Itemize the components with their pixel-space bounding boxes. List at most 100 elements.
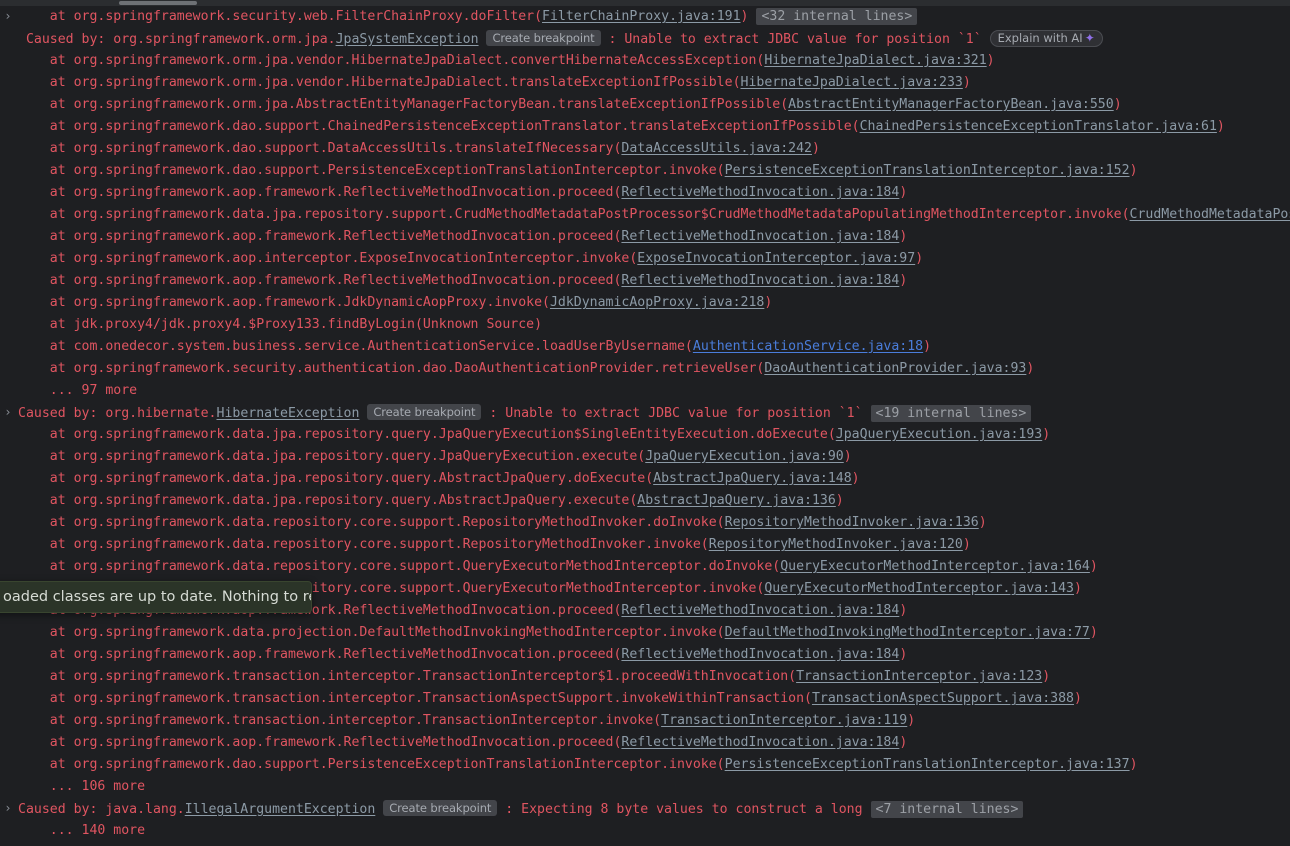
console-line[interactable]: at org.springframework.transaction.inter… bbox=[0, 710, 1290, 732]
console-line[interactable]: at org.springframework.data.jpa.reposito… bbox=[0, 204, 1290, 226]
source-file-link[interactable]: ChainedPersistenceExceptionTranslator.ja… bbox=[860, 119, 1217, 134]
source-file-link[interactable]: ReflectiveMethodInvocation.java:184 bbox=[621, 273, 899, 288]
console-line[interactable]: at org.springframework.dao.support.DataA… bbox=[0, 138, 1290, 160]
console-line[interactable]: at org.springframework.aop.framework.Ref… bbox=[0, 226, 1290, 248]
project-source-file-link[interactable]: AuthenticationService.java:18 bbox=[693, 339, 923, 354]
source-file-link[interactable]: AbstractJpaQuery.java:136 bbox=[637, 493, 836, 508]
stacktrace-text: at org.springframework.orm.jpa.vendor.Hi… bbox=[49, 75, 741, 90]
source-file-link[interactable]: DaoAuthenticationProvider.java:93 bbox=[764, 361, 1026, 376]
console-line[interactable]: at jdk.proxy4/jdk.proxy4.$Proxy133.findB… bbox=[0, 314, 1290, 336]
exception-class-link[interactable]: IllegalArgumentException bbox=[185, 802, 376, 817]
stacktrace-text: ) bbox=[1113, 97, 1122, 112]
expand-chevron-icon[interactable]: › bbox=[2, 6, 14, 28]
source-file-link[interactable]: ReflectiveMethodInvocation.java:184 bbox=[621, 229, 899, 244]
explain-with-ai-button[interactable]: Explain with AI ✦ bbox=[989, 30, 1103, 47]
horizontal-scrollbar-thumb[interactable] bbox=[119, 1, 197, 5]
console-line[interactable]: at org.springframework.dao.support.Persi… bbox=[0, 160, 1290, 182]
expand-chevron-icon[interactable]: › bbox=[2, 402, 14, 424]
source-file-link[interactable]: QueryExecutorMethodInterceptor.java:164 bbox=[780, 559, 1090, 574]
stacktrace-text: ) bbox=[899, 229, 908, 244]
console-line[interactable]: at org.springframework.data.jpa.reposito… bbox=[0, 424, 1290, 446]
console-line[interactable]: at org.springframework.orm.jpa.vendor.Hi… bbox=[0, 50, 1290, 72]
console-line[interactable]: at org.springframework.data.repository.c… bbox=[0, 534, 1290, 556]
create-breakpoint-button[interactable]: Create breakpoint bbox=[367, 404, 482, 420]
console-line[interactable]: at org.springframework.security.authenti… bbox=[0, 358, 1290, 380]
source-file-link[interactable]: TransactionInterceptor.java:123 bbox=[796, 669, 1042, 684]
source-file-link[interactable]: AbstractEntityManagerFactoryBean.java:55… bbox=[788, 97, 1114, 112]
console-line[interactable]: at org.springframework.aop.framework.Ref… bbox=[0, 182, 1290, 204]
source-file-link[interactable]: TransactionInterceptor.java:119 bbox=[661, 713, 907, 728]
create-breakpoint-button[interactable]: Create breakpoint bbox=[383, 800, 498, 816]
console-line[interactable]: at org.springframework.aop.framework.Ref… bbox=[0, 644, 1290, 666]
stacktrace-text: ) bbox=[1073, 581, 1082, 596]
source-file-link[interactable]: ReflectiveMethodInvocation.java:184 bbox=[621, 647, 899, 662]
stacktrace-text: at org.springframework.orm.jpa.vendor.Hi… bbox=[49, 53, 765, 68]
console-line[interactable]: at org.springframework.dao.support.Persi… bbox=[0, 754, 1290, 776]
source-file-link[interactable]: JpaQueryExecution.java:193 bbox=[836, 427, 1042, 442]
source-file-link[interactable]: PersistenceExceptionTranslationIntercept… bbox=[725, 757, 1130, 772]
console-line[interactable]: at org.springframework.data.jpa.reposito… bbox=[0, 490, 1290, 512]
source-file-link[interactable]: ReflectiveMethodInvocation.java:184 bbox=[621, 735, 899, 750]
source-file-link[interactable]: ExposeInvocationInterceptor.java:97 bbox=[637, 251, 915, 266]
expand-chevron-icon[interactable]: › bbox=[2, 798, 14, 820]
source-file-link[interactable]: PersistenceExceptionTranslationIntercept… bbox=[725, 163, 1130, 178]
exception-class-link[interactable]: HibernateException bbox=[217, 406, 360, 421]
console-line[interactable]: at org.springframework.orm.jpa.vendor.Hi… bbox=[0, 72, 1290, 94]
source-file-link[interactable]: QueryExecutorMethodInterceptor.java:143 bbox=[764, 581, 1074, 596]
console-line[interactable]: at org.springframework.transaction.inter… bbox=[0, 688, 1290, 710]
stacktrace-console-output[interactable]: › at org.springframework.security.web.Fi… bbox=[0, 6, 1290, 846]
console-line[interactable]: at org.springframework.orm.jpa.AbstractE… bbox=[0, 94, 1290, 116]
console-line[interactable]: at org.springframework.aop.framework.Jdk… bbox=[0, 292, 1290, 314]
stacktrace-text: ) bbox=[1216, 119, 1225, 134]
console-line[interactable]: at org.springframework.data.repository.c… bbox=[0, 512, 1290, 534]
exception-class-link[interactable]: JpaSystemException bbox=[336, 32, 479, 47]
source-file-link[interactable]: AbstractJpaQuery.java:148 bbox=[653, 471, 852, 486]
source-file-link[interactable]: HibernateJpaDialect.java:321 bbox=[764, 53, 986, 68]
stacktrace-text: ) bbox=[899, 647, 908, 662]
console-line[interactable]: › Caused by: java.lang.IllegalArgumentExc… bbox=[0, 798, 1290, 820]
stacktrace-text: ) bbox=[899, 603, 908, 618]
source-file-link[interactable]: CrudMethodMetadataPostProcessor.java:145 bbox=[1130, 207, 1290, 222]
source-file-link[interactable]: RepositoryMethodInvoker.java:136 bbox=[725, 515, 979, 530]
console-line[interactable]: at org.springframework.aop.interceptor.E… bbox=[0, 248, 1290, 270]
console-line[interactable]: at com.onedecor.system.business.service.… bbox=[0, 336, 1290, 358]
console-line[interactable]: at org.springframework.data.jpa.reposito… bbox=[0, 468, 1290, 490]
source-file-link[interactable]: DefaultMethodInvokingMethodInterceptor.j… bbox=[725, 625, 1090, 640]
create-breakpoint-button[interactable]: Create breakpoint bbox=[486, 30, 601, 46]
stacktrace-text: ) bbox=[899, 735, 908, 750]
console-line[interactable]: › at org.springframework.security.web.Fi… bbox=[0, 6, 1290, 28]
internal-lines-badge[interactable]: <19 internal lines> bbox=[870, 405, 1032, 422]
console-line[interactable]: at org.springframework.transaction.inter… bbox=[0, 666, 1290, 688]
stacktrace-text: ... 140 more bbox=[49, 823, 146, 838]
console-line[interactable]: at org.springframework.dao.support.Chain… bbox=[0, 116, 1290, 138]
console-line[interactable]: at org.springframework.data.jpa.reposito… bbox=[0, 446, 1290, 468]
stacktrace-text: at org.springframework.transaction.inter… bbox=[49, 713, 662, 728]
console-line[interactable]: ... 97 more bbox=[0, 380, 1290, 402]
source-file-link[interactable]: JpaQueryExecution.java:90 bbox=[645, 449, 844, 464]
source-file-link[interactable]: JdkDynamicAopProxy.java:218 bbox=[550, 295, 764, 310]
source-file-link[interactable]: DataAccessUtils.java:242 bbox=[621, 141, 812, 156]
console-line[interactable]: › Caused by: org.hibernate.HibernateExcep… bbox=[0, 402, 1290, 424]
internal-lines-badge[interactable]: <32 internal lines> bbox=[756, 8, 918, 25]
reload-notification-text: oaded classes are up to date. Nothing to… bbox=[3, 589, 311, 605]
console-line[interactable]: at org.springframework.aop.framework.Ref… bbox=[0, 732, 1290, 754]
source-file-link[interactable]: RepositoryMethodInvoker.java:120 bbox=[709, 537, 963, 552]
source-file-link[interactable]: HibernateJpaDialect.java:233 bbox=[741, 75, 963, 90]
console-line[interactable]: ... 140 more bbox=[0, 820, 1290, 842]
source-file-link[interactable]: FilterChainProxy.java:191 bbox=[542, 9, 741, 24]
console-line[interactable]: ... 106 more bbox=[0, 776, 1290, 798]
source-file-link[interactable]: TransactionAspectSupport.java:388 bbox=[812, 691, 1074, 706]
console-line[interactable]: at org.springframework.data.projection.D… bbox=[0, 622, 1290, 644]
source-file-link[interactable]: ReflectiveMethodInvocation.java:184 bbox=[621, 603, 899, 618]
source-file-link[interactable]: ReflectiveMethodInvocation.java:184 bbox=[621, 185, 899, 200]
console-line[interactable]: Caused by: org.springframework.orm.jpa.J… bbox=[0, 28, 1290, 50]
console-line[interactable]: at org.springframework.data.repository.c… bbox=[0, 556, 1290, 578]
internal-lines-badge[interactable]: <7 internal lines> bbox=[870, 801, 1024, 818]
reload-notification-toast[interactable]: oaded classes are up to date. Nothing to… bbox=[0, 581, 312, 613]
console-line[interactable]: at org.springframework.aop.framework.Ref… bbox=[0, 270, 1290, 292]
